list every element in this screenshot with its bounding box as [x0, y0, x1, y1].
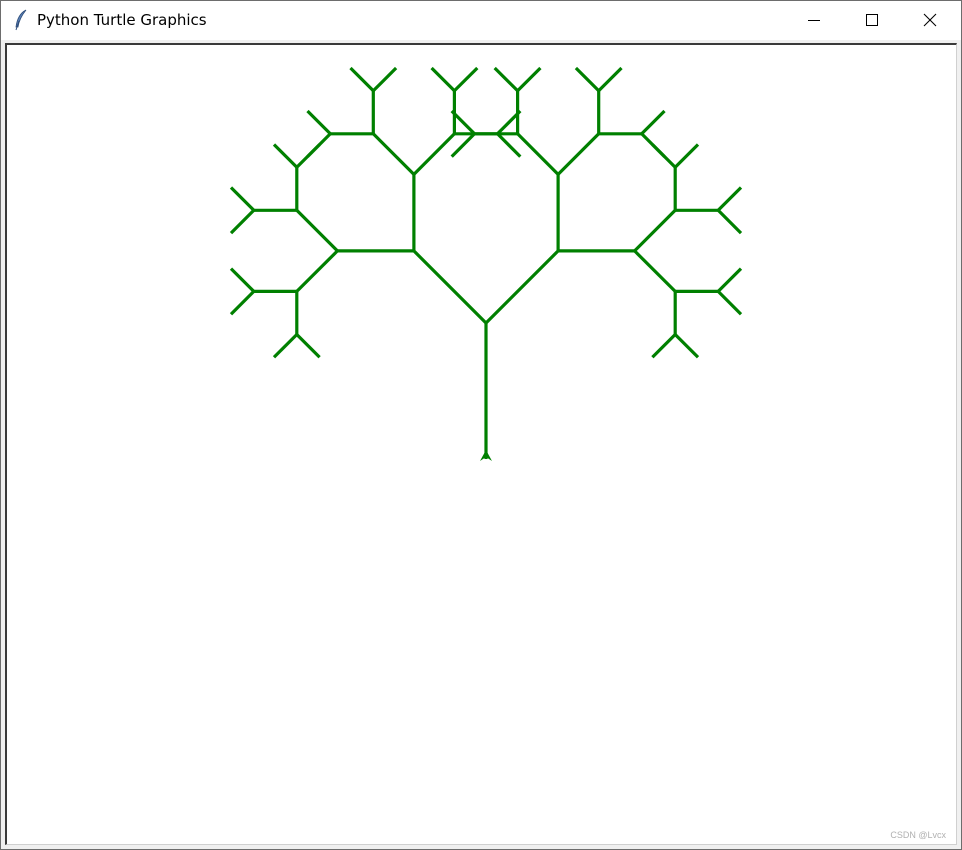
- maximize-button[interactable]: [844, 1, 902, 40]
- tree-branch-52: [674, 143, 700, 169]
- tree-branch-40: [516, 66, 542, 92]
- tree-branch-51: [651, 143, 677, 169]
- tree-branch-49: [633, 209, 677, 253]
- tree-branch-18: [372, 132, 416, 176]
- tree-branch-54: [717, 186, 743, 212]
- tree-branch-28: [453, 66, 479, 92]
- tree-branch-8: [229, 290, 255, 316]
- tree-branch-15: [272, 143, 298, 169]
- tree-branch-27: [430, 66, 456, 92]
- tree-branch-5: [295, 333, 321, 359]
- turtle-cursor-icon: [480, 450, 492, 461]
- tree-branch-44: [597, 66, 623, 92]
- tree-branch-43: [574, 66, 600, 92]
- tree-branch-6: [272, 333, 298, 359]
- tree-branch-20: [306, 132, 332, 158]
- watermark: CSDN @Lvcx: [890, 830, 946, 840]
- tree-branch-58: [717, 267, 743, 293]
- tree-branch-25: [412, 132, 456, 176]
- tree-branch-34: [516, 132, 560, 176]
- fractal-tree-drawing: [229, 66, 743, 461]
- window-title: Python Turtle Graphics: [37, 11, 207, 29]
- minimize-button[interactable]: [786, 1, 844, 40]
- tree-branch-32: [484, 249, 560, 325]
- tree-branch-36: [450, 132, 476, 158]
- tree-branch-10: [295, 209, 339, 253]
- tree-branch-24: [372, 66, 398, 92]
- maximize-icon: [866, 14, 878, 26]
- tree-branch-13: [229, 186, 255, 212]
- feather-icon: [13, 9, 29, 31]
- tree-branch-41: [556, 132, 600, 176]
- tree-branch-9: [229, 267, 255, 293]
- tree-branch-12: [229, 209, 255, 235]
- close-icon: [923, 13, 937, 27]
- tree-branch-23: [349, 66, 375, 92]
- turtle-window: Python Turtle Graphics CSDN @Lvcx: [0, 0, 962, 850]
- minimize-icon: [808, 20, 820, 21]
- tree-branch-61: [674, 333, 700, 359]
- tree-branch-39: [493, 66, 519, 92]
- tree-branch-56: [633, 249, 677, 293]
- tree-branch-21: [306, 109, 332, 135]
- turtle-canvas[interactable]: CSDN @Lvcx: [5, 43, 957, 845]
- tree-branch-62: [651, 333, 677, 359]
- tree-branch-1: [412, 249, 488, 325]
- tree-branch-55: [717, 209, 743, 235]
- close-button[interactable]: [902, 1, 960, 40]
- title-bar[interactable]: Python Turtle Graphics: [1, 1, 961, 40]
- tree-branch-46: [640, 109, 666, 135]
- tree-branch-59: [717, 290, 743, 316]
- tree-branch-3: [295, 249, 339, 293]
- tree-branch-31: [496, 132, 522, 158]
